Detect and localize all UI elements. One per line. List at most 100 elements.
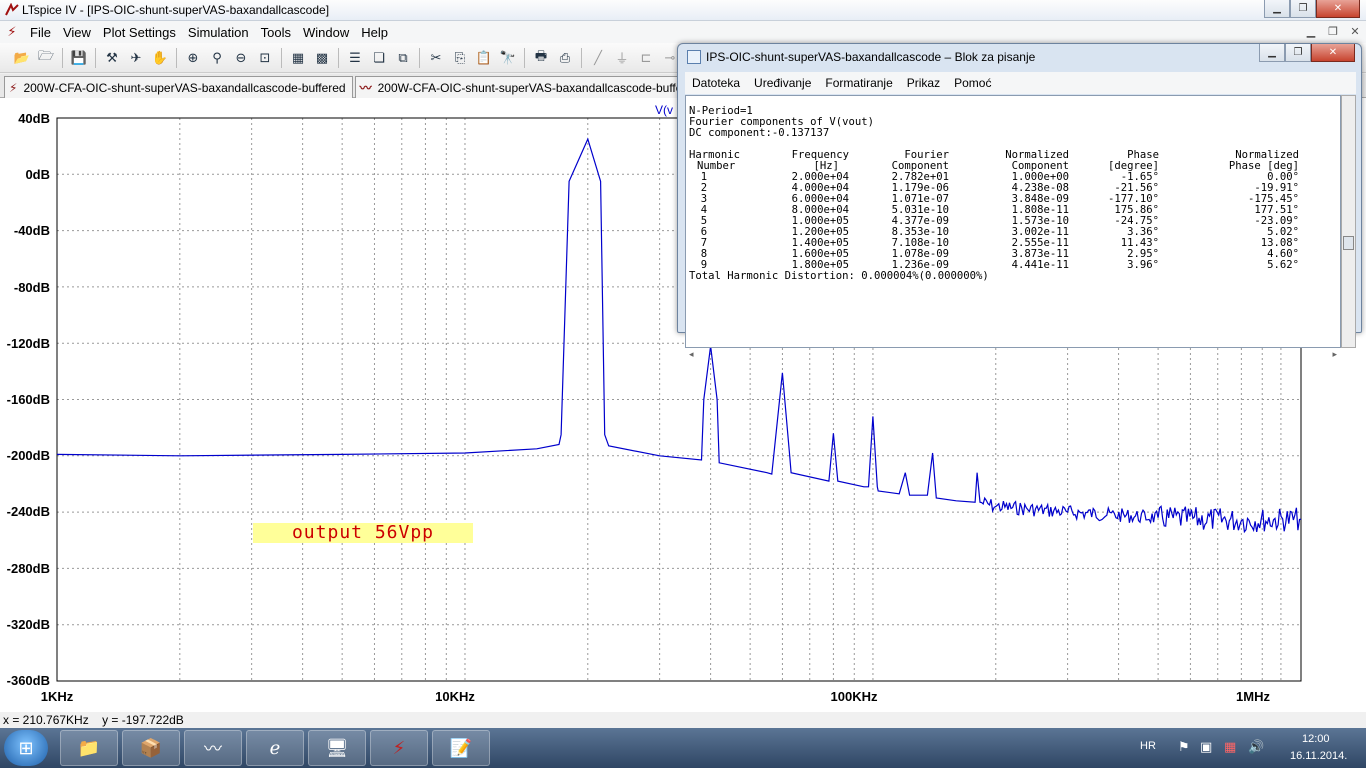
- table-row: 7 1.400e+05 7.108e-10 2.555e-11 11.43° 13.08°: [689, 238, 1299, 249]
- tile-horizontal-icon[interactable]: ☰: [345, 48, 365, 68]
- notepad-menu-file[interactable]: Datoteka: [685, 76, 747, 90]
- table-row: 6 1.200e+05 8.353e-10 3.002e-11 3.36° 5.02°: [689, 227, 1299, 238]
- mdi-restore-button[interactable]: ❐: [1322, 22, 1344, 40]
- zoom-fit-icon[interactable]: ⊡: [255, 48, 275, 68]
- y-tick-label: -240dB: [6, 504, 50, 519]
- scroll-thumb[interactable]: [1343, 236, 1354, 250]
- maximize-button[interactable]: ❐: [1290, 0, 1316, 18]
- pan-icon[interactable]: ⚲: [207, 48, 227, 68]
- separator: [62, 47, 63, 68]
- notepad-menu-edit[interactable]: Uređivanje: [747, 76, 818, 90]
- y-tick-label: -40dB: [13, 223, 50, 238]
- menu-tools[interactable]: Tools: [255, 25, 297, 40]
- volume-icon[interactable]: 🔊: [1248, 739, 1264, 755]
- scroll-right-icon[interactable]: ▸: [1332, 349, 1337, 360]
- ltspice-logo-icon: [5, 3, 19, 16]
- taskbar-ie-button[interactable]: ℯ: [246, 730, 304, 766]
- notepad-menu-format[interactable]: Formatiranje: [818, 76, 899, 90]
- start-button[interactable]: ⊞: [4, 730, 48, 766]
- menu-help[interactable]: Help: [355, 25, 394, 40]
- text-line: DC component:-0.137137: [689, 127, 830, 139]
- menu-simulation[interactable]: Simulation: [182, 25, 255, 40]
- halt-icon[interactable]: ✋: [150, 48, 170, 68]
- print-preview-icon[interactable]: 🖶: [531, 48, 551, 68]
- menu-plot-settings[interactable]: Plot Settings: [97, 25, 182, 40]
- wire-icon[interactable]: ╱: [588, 48, 608, 68]
- copy-icon[interactable]: ⎘: [450, 48, 470, 68]
- y-tick-label: 40dB: [18, 111, 50, 126]
- flag-icon[interactable]: ⚑: [1178, 739, 1190, 755]
- notepad-maximize-button[interactable]: ❐: [1285, 44, 1311, 62]
- paste-icon[interactable]: 📋: [474, 48, 494, 68]
- zoom-out-icon[interactable]: ⊖: [231, 48, 251, 68]
- notepad-text-area[interactable]: N-Period=1 Fourier components of V(vout)…: [685, 95, 1341, 348]
- table-row: 5 1.000e+05 4.377e-09 1.573e-10 -24.75° -23.0…: [689, 216, 1299, 227]
- trace-label[interactable]: V(v: [655, 103, 673, 117]
- notepad-horizontal-scrollbar[interactable]: ◂ ▸: [685, 348, 1341, 363]
- print-icon[interactable]: ⎙: [555, 48, 575, 68]
- notepad-menu-view[interactable]: Prikaz: [900, 76, 947, 90]
- cascade-icon[interactable]: ❏: [369, 48, 389, 68]
- notepad-title: IPS-OIC-shunt-superVAS-baxandallcascode …: [706, 50, 1036, 64]
- close-button[interactable]: ✕: [1316, 0, 1360, 18]
- cursor-x-readout: x = 210.767KHz: [3, 713, 89, 727]
- taskbar-screen-button[interactable]: 🖥: [308, 730, 366, 766]
- notepad-vertical-scrollbar[interactable]: [1341, 95, 1356, 348]
- scroll-left-icon[interactable]: ◂: [689, 349, 694, 360]
- clock-date[interactable]: 16.11.2014.: [1290, 750, 1347, 762]
- find-icon[interactable]: 🔭: [498, 48, 518, 68]
- table-row: 4 8.000e+04 5.031e-10 1.808e-11 175.86° 177.5…: [689, 205, 1299, 216]
- tab-waveform-1[interactable]: 〰 200W-CFA-OIC-shunt-superVAS-baxandallca…: [354, 76, 707, 98]
- taskbar-ltspice-button[interactable]: ⚡: [370, 730, 428, 766]
- x-tick-label: 100KHz: [830, 689, 878, 704]
- table-row: 2 4.000e+04 1.179e-06 4.238e-08 -21.56° -19.9…: [689, 183, 1299, 194]
- taskbar-explorer-button[interactable]: 📁: [60, 730, 118, 766]
- package-icon: 📦: [139, 737, 163, 758]
- app-title: LTspice IV - [IPS-OIC-shunt-superVAS-bax…: [22, 3, 330, 17]
- open-file-icon[interactable]: 🗁: [36, 48, 56, 68]
- language-indicator[interactable]: HR: [1140, 740, 1156, 752]
- taskbar-app-button[interactable]: 📦: [122, 730, 180, 766]
- tab-label: 200W-CFA-OIC-shunt-superVAS-baxandallcas…: [23, 80, 346, 95]
- system-tray: HR ⚑ ▣ ▦ 🔊 12:00 16.11.2014.: [1126, 728, 1366, 768]
- zoom-in-icon[interactable]: ⊕: [183, 48, 203, 68]
- device-icon[interactable]: ▣: [1200, 739, 1212, 755]
- x-tick-label: 1KHz: [40, 689, 74, 704]
- network-icon[interactable]: ▦: [1224, 739, 1236, 755]
- tab-schematic-1[interactable]: ⚡ 200W-CFA-OIC-shunt-superVAS-baxandallca…: [4, 76, 353, 98]
- notepad-window[interactable]: IPS-OIC-shunt-superVAS-baxandallcascode …: [677, 43, 1362, 359]
- label-icon[interactable]: ⊏: [636, 48, 656, 68]
- notepad-icon: 📝: [449, 737, 473, 758]
- separator: [281, 47, 282, 68]
- open-schematic-icon[interactable]: 📂: [12, 48, 32, 68]
- minimize-button[interactable]: ▁: [1264, 0, 1290, 18]
- tile-vertical-icon[interactable]: ⧉: [393, 48, 413, 68]
- autorange-icon[interactable]: ▦: [288, 48, 308, 68]
- notepad-titlebar[interactable]: IPS-OIC-shunt-superVAS-baxandallcascode …: [678, 44, 1361, 70]
- save-icon[interactable]: 💾: [69, 48, 89, 68]
- menu-window[interactable]: Window: [297, 25, 355, 40]
- status-bar: x = 210.767KHz y = -197.722dB: [0, 712, 1366, 728]
- notepad-close-button[interactable]: ✕: [1311, 44, 1355, 62]
- separator: [419, 47, 420, 68]
- cut-icon[interactable]: ✂: [426, 48, 446, 68]
- notepad-minimize-button[interactable]: ▁: [1259, 44, 1285, 62]
- control-panel-icon[interactable]: ⚒: [102, 48, 122, 68]
- notepad-menu-help[interactable]: Pomoć: [947, 76, 998, 90]
- run-icon[interactable]: ✈: [126, 48, 146, 68]
- clock-time[interactable]: 12:00: [1302, 733, 1330, 745]
- taskbar-scope-button[interactable]: 〰: [184, 730, 242, 766]
- output-annotation: output 56Vpp: [253, 523, 473, 543]
- taskbar-notepad-button[interactable]: 📝: [432, 730, 490, 766]
- ground-icon[interactable]: ⏚: [612, 48, 632, 68]
- waveform-icon: 〰: [359, 81, 372, 95]
- grid-icon[interactable]: ▩: [312, 48, 332, 68]
- x-tick-label: 1MHz: [1236, 689, 1270, 704]
- menu-view[interactable]: View: [57, 25, 97, 40]
- mdi-close-button[interactable]: ✕: [1344, 22, 1366, 40]
- menu-file[interactable]: File: [24, 25, 57, 40]
- mdi-minimize-button[interactable]: ▁: [1300, 22, 1322, 40]
- y-tick-label: -320dB: [6, 617, 50, 632]
- table-row: 3 6.000e+04 1.071e-07 3.848e-09 -177.10° -175…: [689, 194, 1299, 205]
- table-header-row: Number [Hz] Component Component [degree]…: [689, 161, 1299, 172]
